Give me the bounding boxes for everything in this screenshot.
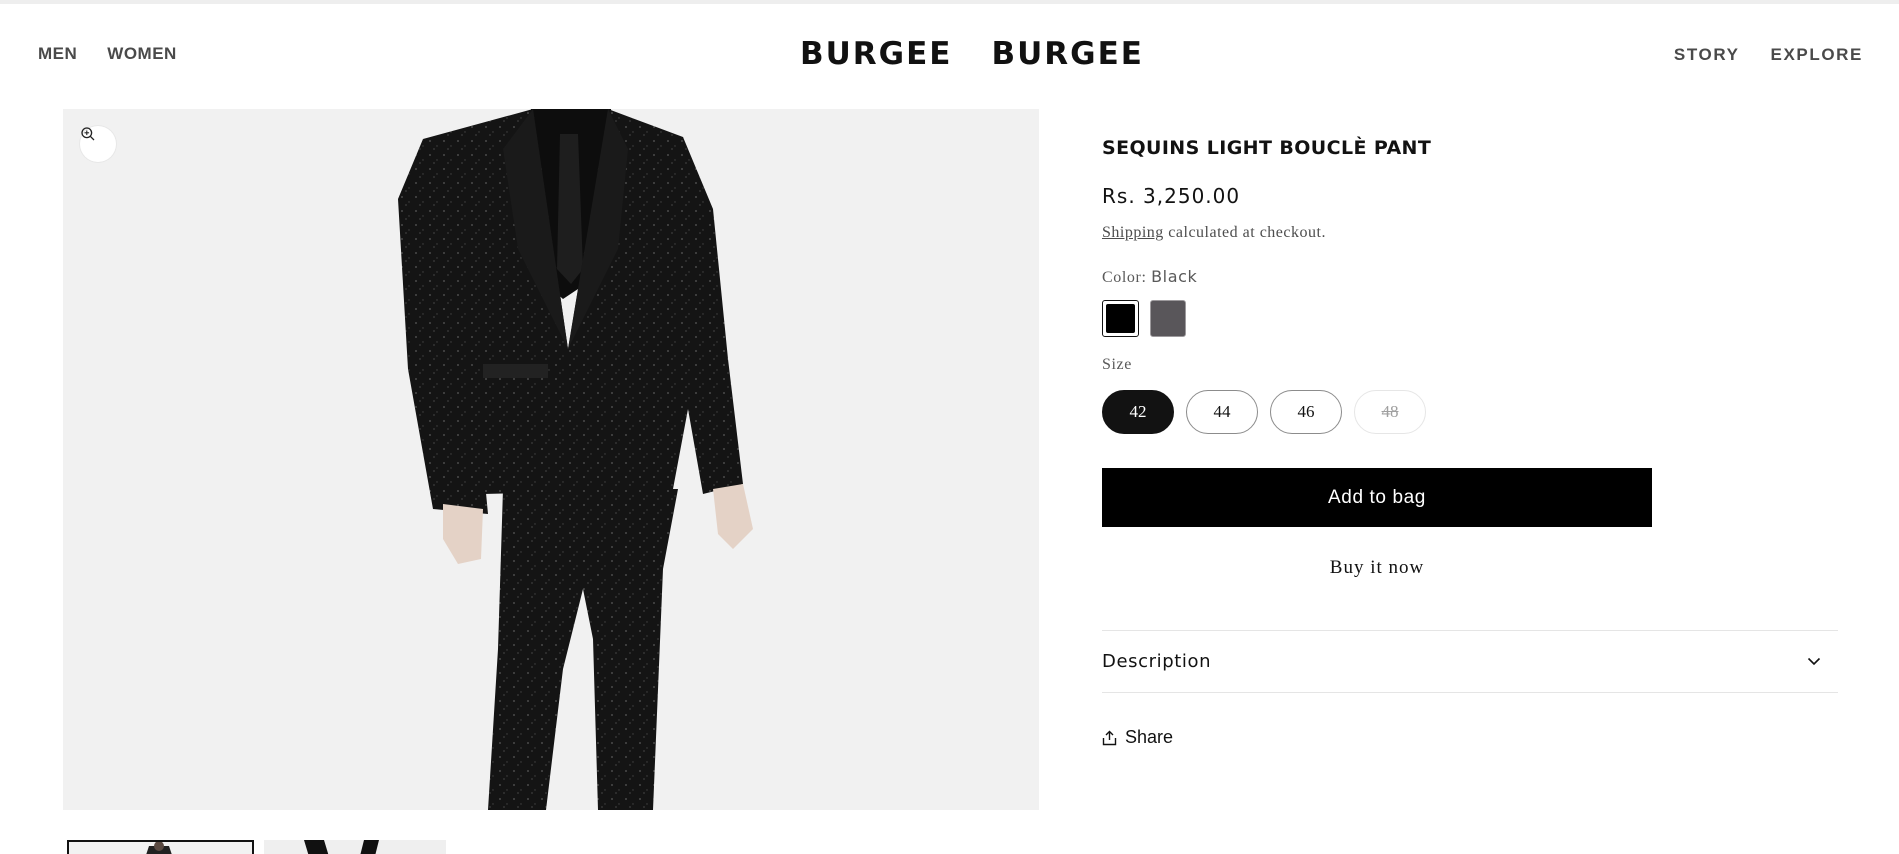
color-value: Black [1151,267,1198,286]
buy-it-now-button[interactable]: Buy it now [1102,546,1652,590]
add-to-bag-button[interactable]: Add to bag [1102,468,1652,527]
primary-nav: MEN WOMEN [38,44,177,64]
description-label: Description [1102,651,1212,672]
nav-story[interactable]: STORY [1674,45,1740,65]
nav-explore[interactable]: EXPLORE [1771,45,1863,65]
size-label: Size [1102,356,1132,373]
zoom-button[interactable] [80,126,116,162]
shipping-note: Shipping calculated at checkout. [1102,224,1326,242]
shipping-link[interactable]: Shipping [1102,224,1164,241]
share-icon [1102,730,1117,745]
product-title: SEQUINS LIGHT BOUCLÈ PANT [1102,137,1432,159]
size-option-46[interactable]: 46 [1270,390,1342,434]
thumbnail-strip [67,840,446,854]
thumbnail-1[interactable] [67,840,254,854]
logo-word: BURGEE [800,36,953,72]
thumbnail-image [264,840,446,854]
swatch-grey[interactable] [1150,300,1186,337]
thumbnail-2[interactable] [264,840,446,854]
top-border [0,0,1899,4]
color-label: Color: Black [1102,267,1197,287]
product-photo-illustration [63,109,1039,810]
site-logo[interactable]: BURGEE BURGEE [800,36,1144,72]
size-option-44[interactable]: 44 [1186,390,1258,434]
nav-women[interactable]: WOMEN [107,44,177,64]
product-image[interactable] [63,109,1039,810]
swatch-fill [1106,304,1135,333]
product-price: Rs. 3,250.00 [1102,184,1241,208]
description-accordion[interactable]: Description [1102,630,1838,693]
zoom-in-icon [81,127,95,141]
chevron-down-icon [1807,657,1821,666]
size-option-48-sold-out[interactable]: 48 [1354,390,1426,434]
nav-men[interactable]: MEN [38,44,77,64]
share-button[interactable]: Share [1102,727,1173,748]
swatch-black[interactable] [1102,300,1139,337]
secondary-nav: STORY EXPLORE [1674,45,1863,65]
color-label-text: Color: [1102,269,1147,286]
shipping-text: calculated at checkout. [1163,224,1326,241]
logo-word: BURGEE [991,36,1144,72]
color-swatches [1102,300,1186,337]
share-label: Share [1125,727,1174,747]
size-selector: 42 44 46 48 [1102,390,1426,434]
size-option-42[interactable]: 42 [1102,390,1174,434]
thumbnail-image [69,842,252,854]
